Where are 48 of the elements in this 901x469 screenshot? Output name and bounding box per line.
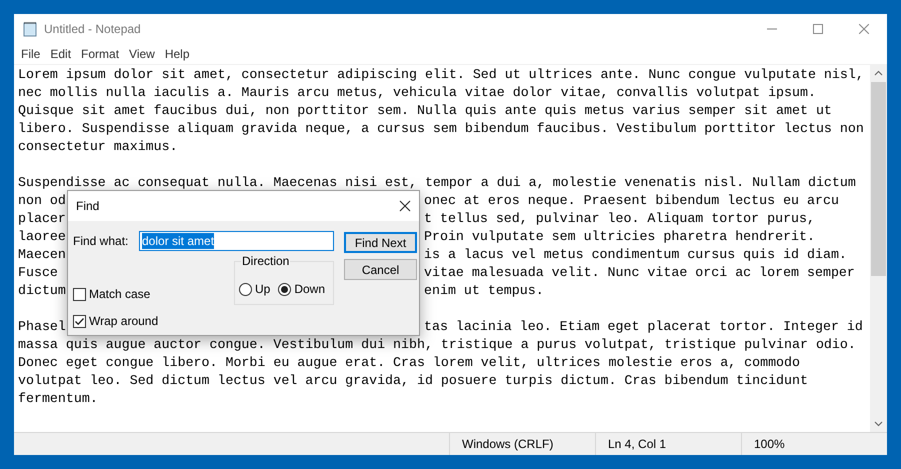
dialog-button[interactable]: Find Next: [344, 232, 417, 253]
dialog-title: Find: [76, 198, 100, 215]
text-line: Donec eget congue libero. Morbi eu augue erat. Cras lorem velit, ultrices molestie eros a, commodo: [18, 354, 801, 372]
window-title: Untitled - Notepad: [44, 21, 141, 38]
text-line: laoree: [18, 228, 66, 246]
menu-item[interactable]: Edit: [45, 45, 76, 63]
scrollbar[interactable]: [870, 65, 887, 432]
checkbox[interactable]: Wrap around: [73, 312, 223, 330]
text-line: is a lacus vel metus condimentum cursus quis id diam.: [423, 246, 847, 264]
status-text: Windows (CRLF): [449, 433, 595, 455]
text-line: Quisque sit amet faucibus dui, non porttitor sem. Nulla quis ante quis metus varius semper sit amet ut: [18, 102, 833, 120]
text-line: placer: [18, 210, 66, 228]
checkmark-icon: [74, 316, 85, 326]
close-icon[interactable]: [399, 200, 411, 212]
text-line: Fusce: [18, 264, 58, 282]
notepad-icon: [22, 21, 38, 37]
radio-button[interactable]: Up: [239, 280, 270, 298]
text-line: Lorem ipsum dolor sit amet, consectetur adipiscing elit. Sed ut ultrices ante. Nunc congue vulputate nisl,: [18, 66, 865, 84]
text-line: Proin vulputate sem ultricies pharetra hendrerit.: [423, 228, 815, 246]
text-line: enim ut tempus.: [423, 282, 544, 300]
radio-button[interactable]: Down: [278, 280, 326, 298]
text-line: fermentum.: [18, 390, 99, 408]
checkbox[interactable]: Match case: [73, 285, 223, 303]
text-line: non od: [18, 192, 66, 210]
scroll-thumb[interactable]: [871, 82, 886, 276]
status-text: 100%: [741, 433, 887, 455]
status-text: Ln 4, Col 1: [595, 433, 741, 455]
text-line: volutpat leo. Sed dictum lectus vel arcu gravida, id posuere turpis dictum. Cras bibendum tincidunt: [18, 372, 809, 390]
menu-item[interactable]: Help: [160, 45, 195, 63]
text-line: libero. Suspendisse aliquam gravida neque, a cursus sem bibendum faucibus. Vestibulum porttitor lectus non: [18, 120, 865, 138]
text-line: consectetur maximus.: [18, 138, 179, 156]
text-line: Maecen: [18, 246, 66, 264]
text-line: Phasel: [18, 318, 66, 336]
maximize-icon[interactable]: [813, 24, 823, 34]
menu-item[interactable]: File: [16, 45, 46, 63]
menu-item[interactable]: View: [124, 45, 160, 63]
text-line: onec at eros neque. Praesent bibendum lectus eu arcu: [423, 192, 839, 210]
find-what-label: Find what:: [73, 233, 129, 250]
menu-item[interactable]: Format: [76, 45, 124, 63]
find-input[interactable]: dolor sit amet: [139, 231, 334, 251]
dialog-button[interactable]: Cancel: [344, 259, 417, 280]
text-line: Suspendisse ac consequat nulla. Maecenas nisi est, tempor a dui a, molestie venenatis nisl. Nullam dictum: [18, 174, 857, 192]
text-line: tas lacinia leo. Etiam eget placerat tortor. Integer id: [423, 318, 863, 336]
text-line: t tellus sed, pulvinar leo. Aliquam tortor purus,: [423, 210, 815, 228]
text-line: vitae malesuada velit. Nunc vitae orci ac lorem semper: [423, 264, 855, 282]
text-line: dictum: [18, 282, 66, 300]
text-line: massa quis augue auctor congue. Vestibulum dui nibh, tristique a purus volutpat, tristique pulvinar odio.: [18, 336, 857, 354]
text-line: nec mollis nulla iaculis a. Mauris arcu metus, vehicula vitae dolor vitae, convallis volutpat ipsum.: [18, 84, 817, 102]
